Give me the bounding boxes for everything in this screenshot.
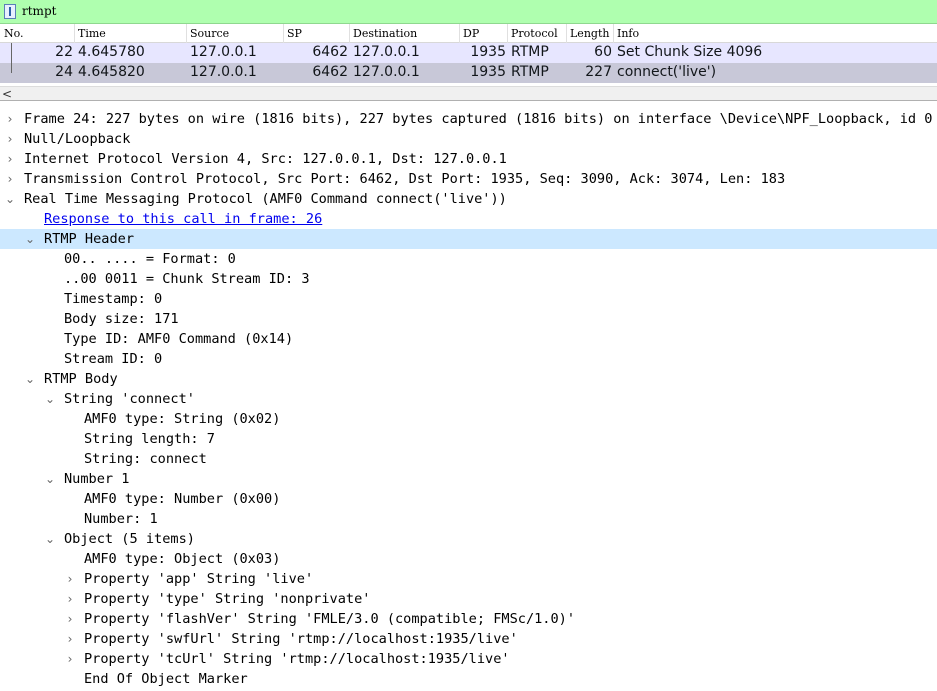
column-header-sp[interactable]: SP bbox=[287, 27, 302, 41]
collapse-arrow-icon[interactable]: ⌄ bbox=[24, 369, 36, 389]
column-header-destination[interactable]: Destination bbox=[353, 27, 417, 41]
response-frame-link[interactable]: Response to this call in frame: 26 bbox=[44, 209, 322, 229]
cell-sp: 6462 bbox=[312, 64, 348, 80]
cell-source: 127.0.0.1 bbox=[190, 64, 257, 80]
cell-no: 22 bbox=[55, 44, 73, 60]
cell-info: connect('live') bbox=[617, 64, 717, 80]
tree-item-property-app[interactable]: › Property 'app' String 'live' bbox=[0, 569, 937, 589]
expand-arrow-icon[interactable]: › bbox=[64, 629, 76, 649]
tree-item-string-connect[interactable]: ⌄ String 'connect' bbox=[0, 389, 937, 409]
tree-item-amf0-type-object[interactable]: AMF0 type: Object (0x03) bbox=[0, 549, 937, 569]
cell-dp: 1935 bbox=[470, 44, 506, 60]
expand-arrow-icon[interactable]: › bbox=[4, 169, 16, 189]
collapse-arrow-icon[interactable]: ⌄ bbox=[44, 469, 56, 489]
column-header-no[interactable]: No. bbox=[4, 27, 24, 41]
tree-item-timestamp[interactable]: Timestamp: 0 bbox=[0, 289, 937, 309]
expand-arrow-icon[interactable]: › bbox=[64, 649, 76, 669]
tree-item-response-link[interactable]: Response to this call in frame: 26 bbox=[0, 209, 937, 229]
bookmark-filter-icon[interactable] bbox=[4, 4, 16, 19]
tree-item-property-flashver[interactable]: › Property 'flashVer' String 'FMLE/3.0 (… bbox=[0, 609, 937, 629]
column-header-source[interactable]: Source bbox=[190, 27, 229, 41]
expand-arrow-icon[interactable]: › bbox=[4, 109, 16, 129]
tree-item-amf0-type-number[interactable]: AMF0 type: Number (0x00) bbox=[0, 489, 937, 509]
cell-time: 4.645820 bbox=[78, 64, 145, 80]
cell-protocol: RTMP bbox=[511, 44, 549, 60]
collapse-arrow-icon[interactable]: ⌄ bbox=[4, 189, 16, 209]
tree-item-string-value[interactable]: String: connect bbox=[0, 449, 937, 469]
column-header-dp[interactable]: DP bbox=[463, 27, 479, 41]
tree-item-chunk-stream-id[interactable]: ..00 0011 = Chunk Stream ID: 3 bbox=[0, 269, 937, 289]
cell-length: 227 bbox=[585, 64, 612, 80]
tree-item-body-size[interactable]: Body size: 171 bbox=[0, 309, 937, 329]
tree-item-format[interactable]: 00.. .... = Format: 0 bbox=[0, 249, 937, 269]
packet-row-selected[interactable]: 24 4.645820 127.0.0.1 6462 127.0.0.1 193… bbox=[0, 63, 937, 83]
expand-arrow-icon[interactable]: › bbox=[64, 569, 76, 589]
tree-item-object[interactable]: ⌄ Object (5 items) bbox=[0, 529, 937, 549]
packet-list[interactable]: No. Time Source SP Destination DP Protoc… bbox=[0, 24, 937, 86]
collapse-arrow-icon[interactable]: ⌄ bbox=[44, 389, 56, 409]
packet-row[interactable]: 22 4.645780 127.0.0.1 6462 127.0.0.1 193… bbox=[0, 43, 937, 63]
cell-no: 24 bbox=[55, 64, 73, 80]
tree-item-property-tcurl[interactable]: › Property 'tcUrl' String 'rtmp://localh… bbox=[0, 649, 937, 669]
tree-item-rtmp-header[interactable]: ⌄ RTMP Header bbox=[0, 229, 937, 249]
tree-item-frame[interactable]: › Frame 24: 227 bytes on wire (1816 bits… bbox=[0, 109, 937, 129]
display-filter-input[interactable]: rtmpt bbox=[22, 4, 56, 18]
tree-item-rtmp[interactable]: ⌄ Real Time Messaging Protocol (AMF0 Com… bbox=[0, 189, 937, 209]
cell-length: 60 bbox=[594, 44, 612, 60]
column-header-info[interactable]: Info bbox=[617, 27, 639, 41]
tree-item-type-id[interactable]: Type ID: AMF0 Command (0x14) bbox=[0, 329, 937, 349]
cell-source: 127.0.0.1 bbox=[190, 44, 257, 60]
expand-arrow-icon[interactable]: › bbox=[4, 149, 16, 169]
column-header-protocol[interactable]: Protocol bbox=[511, 27, 558, 41]
collapse-arrow-icon[interactable]: ⌄ bbox=[24, 229, 36, 249]
tree-item-property-type[interactable]: › Property 'type' String 'nonprivate' bbox=[0, 589, 937, 609]
cell-info: Set Chunk Size 4096 bbox=[617, 44, 763, 60]
tree-item-property-swfurl[interactable]: › Property 'swfUrl' String 'rtmp://local… bbox=[0, 629, 937, 649]
scroll-left-icon[interactable]: < bbox=[2, 87, 12, 101]
cell-protocol: RTMP bbox=[511, 64, 549, 80]
tree-item-number[interactable]: ⌄ Number 1 bbox=[0, 469, 937, 489]
cell-time: 4.645780 bbox=[78, 44, 145, 60]
tree-item-ipv4[interactable]: › Internet Protocol Version 4, Src: 127.… bbox=[0, 149, 937, 169]
tree-item-stream-id[interactable]: Stream ID: 0 bbox=[0, 349, 937, 369]
packet-list-header: No. Time Source SP Destination DP Protoc… bbox=[0, 24, 937, 43]
cell-dp: 1935 bbox=[470, 64, 506, 80]
tree-item-tcp[interactable]: › Transmission Control Protocol, Src Por… bbox=[0, 169, 937, 189]
expand-arrow-icon[interactable]: › bbox=[64, 609, 76, 629]
tree-item-string-length[interactable]: String length: 7 bbox=[0, 429, 937, 449]
expand-arrow-icon[interactable]: › bbox=[4, 129, 16, 149]
tree-item-end-of-object[interactable]: End Of Object Marker bbox=[0, 669, 937, 689]
display-filter-bar[interactable]: rtmpt bbox=[0, 0, 937, 24]
tree-item-amf0-type-string[interactable]: AMF0 type: String (0x02) bbox=[0, 409, 937, 429]
column-header-length[interactable]: Length bbox=[570, 27, 609, 41]
column-header-time[interactable]: Time bbox=[78, 27, 106, 41]
cell-destination: 127.0.0.1 bbox=[353, 44, 420, 60]
tree-item-number-value[interactable]: Number: 1 bbox=[0, 509, 937, 529]
cell-sp: 6462 bbox=[312, 44, 348, 60]
packet-list-horizontal-scrollbar[interactable]: < bbox=[0, 86, 937, 101]
tree-item-null-loopback[interactable]: › Null/Loopback bbox=[0, 129, 937, 149]
tree-item-rtmp-body[interactable]: ⌄ RTMP Body bbox=[0, 369, 937, 389]
expand-arrow-icon[interactable]: › bbox=[64, 589, 76, 609]
related-packet-marker bbox=[11, 63, 12, 73]
cell-destination: 127.0.0.1 bbox=[353, 64, 420, 80]
collapse-arrow-icon[interactable]: ⌄ bbox=[44, 529, 56, 549]
related-packet-marker bbox=[11, 43, 12, 63]
